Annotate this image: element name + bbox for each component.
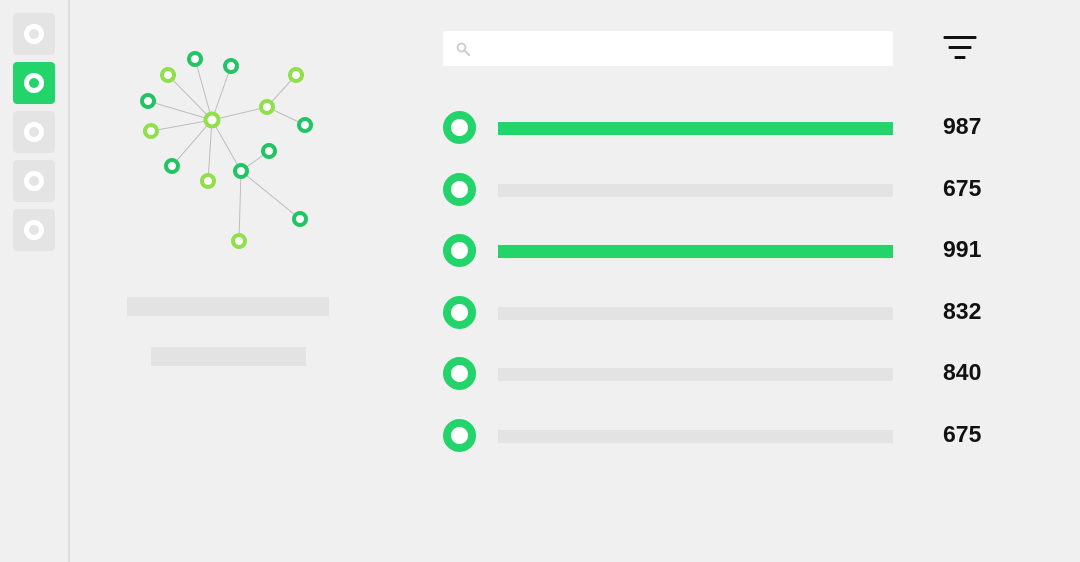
list-item[interactable]: 840 — [443, 357, 1043, 391]
graph-node-center — [203, 111, 221, 129]
graph-node — [143, 123, 159, 139]
ring-icon — [24, 220, 44, 240]
row-value: 987 — [943, 113, 982, 139]
sidebar-item-1[interactable] — [13, 13, 55, 55]
ring-icon — [24, 171, 44, 191]
row-bar — [498, 430, 893, 443]
graph-node — [187, 51, 203, 67]
ring-icon — [24, 122, 44, 142]
sidebar-item-3[interactable] — [13, 111, 55, 153]
row-value: 675 — [943, 421, 982, 447]
filter-icon-line — [948, 46, 972, 49]
row-value: 991 — [943, 236, 982, 262]
graph-node — [259, 99, 275, 115]
ring-icon — [443, 234, 476, 267]
ring-icon — [24, 73, 44, 93]
graph-node — [288, 67, 304, 83]
row-value: 675 — [943, 175, 982, 201]
list-item[interactable]: 675 — [443, 419, 1043, 453]
row-bar — [498, 122, 893, 135]
search-box[interactable] — [443, 31, 893, 66]
title-placeholder — [127, 297, 329, 316]
row-bar — [498, 184, 893, 197]
ring-icon — [443, 111, 476, 144]
graph-node — [164, 158, 180, 174]
row-value: 832 — [943, 298, 982, 324]
sidebar-item-2[interactable] — [13, 62, 55, 104]
sidebar-item-4[interactable] — [13, 160, 55, 202]
filter-icon — [943, 36, 977, 39]
network-graph — [140, 51, 313, 249]
sidebar — [0, 0, 70, 562]
ring-icon — [443, 173, 476, 206]
row-bar — [498, 368, 893, 381]
ring-icon — [443, 419, 476, 452]
subtitle-placeholder — [151, 347, 306, 366]
graph-node — [233, 163, 249, 179]
sidebar-item-5[interactable] — [13, 209, 55, 251]
graph-node — [140, 93, 156, 109]
graph-edges — [147, 58, 306, 242]
list-item[interactable]: 675 — [443, 173, 1043, 207]
graph-node — [231, 233, 247, 249]
graph-node — [297, 117, 313, 133]
graph-node — [200, 173, 216, 189]
graph-node — [160, 67, 176, 83]
list-item[interactable]: 987 — [443, 111, 1043, 145]
ring-icon — [443, 357, 476, 390]
search-icon — [456, 42, 471, 57]
row-value: 840 — [943, 359, 982, 385]
graph-node — [223, 58, 239, 74]
graph-node — [261, 143, 277, 159]
graph-nodes — [140, 51, 313, 249]
graph-node — [292, 211, 308, 227]
list-item[interactable]: 832 — [443, 296, 1043, 330]
filter-button[interactable] — [940, 34, 980, 64]
row-bar — [498, 245, 893, 258]
row-bar — [498, 307, 893, 320]
search-input[interactable] — [479, 31, 879, 66]
ring-icon — [24, 24, 44, 44]
filter-icon-line — [954, 56, 966, 59]
ring-icon — [443, 296, 476, 329]
list-item[interactable]: 991 — [443, 234, 1043, 268]
